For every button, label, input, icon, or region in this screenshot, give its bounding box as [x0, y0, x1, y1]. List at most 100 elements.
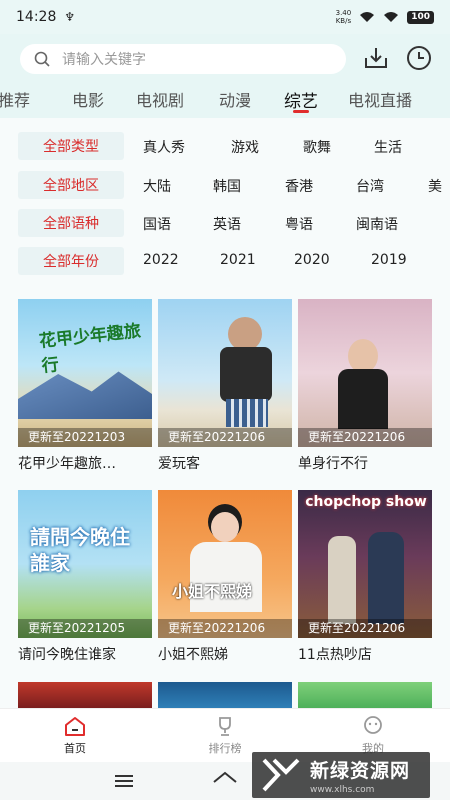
show-title: 请问今晚住谁家 — [18, 647, 116, 663]
show-title: 11点热吵店 — [298, 647, 372, 663]
filter-option[interactable]: 韩国 — [213, 176, 241, 196]
poster-figure-head — [348, 339, 378, 373]
search-icon — [34, 51, 50, 67]
show-poster[interactable]: chopchop show 更新至20221206 — [298, 490, 432, 638]
menu-icon[interactable] — [114, 774, 134, 788]
show-card[interactable]: 小姐不熙娣 更新至20221206 小姐不熙娣 — [158, 490, 292, 664]
filter-row-region: 全部地区 大陆 韩国 香港 台湾 美 — [0, 171, 450, 201]
filter-chip-language[interactable]: 全部语种 — [18, 209, 124, 237]
poster-figure-shorts — [226, 399, 268, 427]
show-poster[interactable]: 小姐不熙娣 更新至20221206 — [158, 490, 292, 638]
filter-option[interactable]: 国语 — [143, 214, 171, 234]
status-time: 14:28 — [16, 9, 57, 25]
poster-figure-body — [220, 347, 272, 402]
wifi-icon-2 — [384, 12, 399, 22]
net-speed: 3.40 KB/s — [336, 9, 352, 25]
watermark-symbol-icon — [262, 758, 300, 792]
tab-variety[interactable]: 综艺 — [284, 87, 318, 112]
filter-option[interactable]: 美 — [428, 176, 442, 196]
status-bar: 14:28 ♆ 3.40 KB/s 100 — [0, 0, 450, 34]
filter-option[interactable]: 歌舞 — [303, 137, 331, 157]
show-card[interactable]: 更新至20221206 爱玩客 — [158, 299, 292, 473]
show-poster[interactable]: 更新至20221206 — [158, 299, 292, 447]
home-icon — [65, 717, 85, 736]
poster-figure-right — [368, 532, 404, 624]
wifi-icon — [360, 12, 375, 22]
tab-recommend[interactable]: 推荐 — [0, 87, 30, 111]
show-poster-partial[interactable] — [158, 682, 292, 708]
watermark-logo: 新绿资源网 www.xlhs.com — [252, 752, 430, 798]
filter-option[interactable]: 大陆 — [143, 176, 171, 196]
watermark-title: 新绿资源网 — [310, 759, 411, 782]
net-speed-unit: KB/s — [335, 17, 352, 25]
search-placeholder: 请输入关键字 — [62, 52, 146, 68]
poster-title-text: 請問今晚住誰家 — [30, 525, 130, 575]
update-label: 更新至20221206 — [298, 619, 432, 638]
filter-option[interactable]: 闽南语 — [356, 214, 398, 234]
filter-row-type: 全部类型 真人秀 游戏 歌舞 生活 — [0, 132, 450, 162]
trophy-icon — [219, 717, 231, 736]
watermark-text: 新绿资源网 www.xlhs.com — [310, 756, 410, 795]
show-poster-partial[interactable] — [18, 682, 152, 708]
update-label: 更新至20221205 — [18, 619, 152, 638]
nav-home-label: 首页 — [64, 742, 86, 755]
show-card[interactable]: chopchop show 更新至20221206 11点热吵店 — [298, 490, 432, 664]
filter-option[interactable]: 英语 — [213, 214, 241, 234]
net-speed-value: 3.40 — [335, 9, 352, 17]
show-poster-partial[interactable] — [298, 682, 432, 708]
update-label: 更新至20221206 — [158, 619, 292, 638]
clock-icon[interactable] — [403, 42, 435, 74]
tab-movie[interactable]: 电影 — [72, 87, 104, 111]
show-card[interactable]: 請問今晚住誰家 更新至20221205 请问今晚住谁家 — [18, 490, 152, 664]
show-poster[interactable]: 請問今晚住誰家 更新至20221205 — [18, 490, 152, 638]
filter-chip-region[interactable]: 全部地区 — [18, 171, 124, 199]
tab-tv-series[interactable]: 电视剧 — [136, 87, 184, 111]
filter-option[interactable]: 真人秀 — [143, 137, 185, 157]
filter-option[interactable]: 2019 — [371, 252, 407, 268]
poster-figure-head — [211, 512, 239, 542]
show-card[interactable]: 花甲少年趣旅行 更新至20221203 花甲少年趣旅… — [18, 299, 152, 473]
user-icon — [364, 716, 382, 734]
nav-home[interactable]: 首页 — [35, 715, 115, 756]
show-poster[interactable]: 更新至20221206 — [298, 299, 432, 447]
active-tab-indicator — [293, 110, 309, 113]
download-icon[interactable] — [360, 42, 392, 74]
usb-icon: ♆ — [64, 10, 76, 24]
category-tabs: 推荐 电影 电视剧 动漫 综艺 电视直播 — [0, 82, 450, 116]
filter-option[interactable]: 游戏 — [231, 137, 259, 157]
filter-option[interactable]: 2022 — [143, 252, 179, 268]
filter-option[interactable]: 生活 — [374, 137, 402, 157]
nav-mine[interactable]: 我的 — [333, 715, 413, 756]
show-card[interactable]: 更新至20221206 单身行不行 — [298, 299, 432, 473]
filter-option[interactable]: 2020 — [294, 252, 330, 268]
search-input[interactable]: 请输入关键字 — [20, 44, 346, 74]
poster-title-text: 花甲少年趣旅行 — [38, 321, 142, 377]
update-label: 更新至20221206 — [298, 428, 432, 447]
filter-chip-year[interactable]: 全部年份 — [18, 247, 124, 275]
poster-figure-head — [228, 317, 262, 351]
battery-indicator: 100 — [407, 10, 434, 24]
show-title: 花甲少年趣旅… — [18, 456, 116, 472]
show-title: 单身行不行 — [298, 456, 368, 472]
show-title: 爱玩客 — [158, 456, 200, 472]
tab-tv-live[interactable]: 电视直播 — [348, 87, 412, 111]
show-poster[interactable]: 花甲少年趣旅行 更新至20221203 — [18, 299, 152, 447]
update-label: 更新至20221203 — [18, 428, 152, 447]
filter-row-language: 全部语种 国语 英语 粤语 闽南语 — [0, 209, 450, 239]
filter-option[interactable]: 台湾 — [356, 176, 384, 196]
poster-title-text: chopchop show — [305, 494, 427, 510]
filter-option[interactable]: 香港 — [285, 176, 313, 196]
tab-anime[interactable]: 动漫 — [219, 87, 251, 111]
home-system-icon[interactable] — [212, 770, 238, 790]
filter-chip-type[interactable]: 全部类型 — [18, 132, 124, 160]
filter-option[interactable]: 2021 — [220, 252, 256, 268]
filter-option[interactable]: 粤语 — [285, 214, 313, 234]
show-title: 小姐不熙娣 — [158, 647, 228, 663]
filter-row-year: 全部年份 2022 2021 2020 2019 — [0, 247, 450, 277]
status-right: 3.40 KB/s 100 — [336, 9, 434, 25]
nav-ranking[interactable]: 排行榜 — [185, 715, 265, 756]
poster-figure-body — [338, 369, 388, 429]
poster-title-text: 小姐不熙娣 — [172, 582, 253, 601]
poster-figure-left — [328, 536, 356, 624]
update-label: 更新至20221206 — [158, 428, 292, 447]
